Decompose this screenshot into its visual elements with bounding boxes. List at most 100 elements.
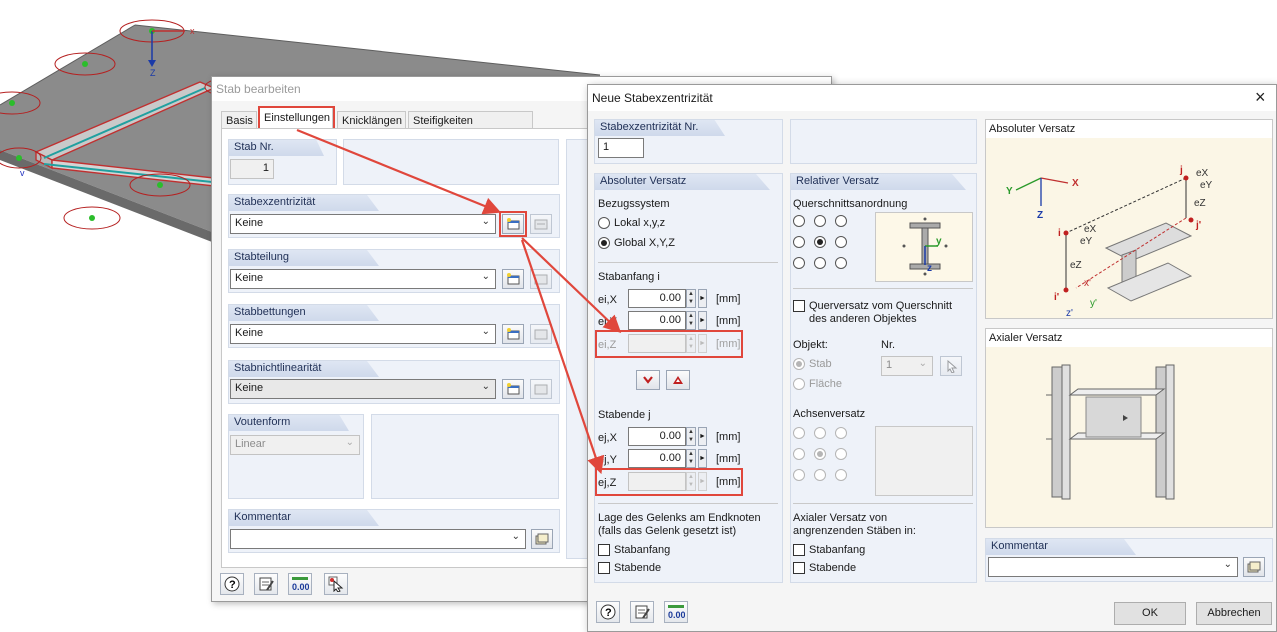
qs-radio-bc[interactable]	[814, 257, 826, 269]
ei-x-unit: [mm]	[716, 293, 741, 305]
edit-text-button[interactable]	[254, 573, 278, 595]
stabexzentrizitaet-select[interactable]: Keine ⌄	[230, 214, 496, 234]
qs-radio-mr[interactable]	[835, 236, 847, 248]
objekt-label: Objekt:	[793, 339, 828, 351]
new-item-icon	[507, 328, 520, 340]
i-section-icon: y z	[902, 217, 948, 276]
qs-radio-mc[interactable]	[814, 236, 826, 248]
ei-y-arrow-button[interactable]: ►	[698, 311, 707, 330]
ei-x-field[interactable]: 0.00	[628, 289, 686, 308]
querversatz-checkbox[interactable]	[793, 300, 805, 312]
new-stabteilung-button[interactable]	[502, 269, 524, 289]
units-button[interactable]: 0.00	[288, 573, 312, 595]
neu-kommentar-select[interactable]: ⌄	[988, 557, 1238, 577]
ei-x-spinner[interactable]: ▲ ▼	[686, 289, 696, 308]
axial-stabende-checkbox[interactable]	[793, 562, 805, 574]
qs-radio-tc[interactable]	[814, 215, 826, 227]
chevron-down-icon: ⌄	[1223, 559, 1232, 570]
objekt-nr-label: Nr.	[881, 339, 896, 351]
stabexzentrizitaet-label: Stabexzentrizität	[234, 196, 316, 208]
ej-x-field[interactable]: 0.00	[628, 427, 686, 446]
edit-stabnichtlinearitaet-button[interactable]	[530, 379, 552, 399]
absoluter-versatz-figure: Absoluter Versatz X Y Z j i i' j' eX eY …	[985, 119, 1273, 319]
axial-stabanfang-checkbox[interactable]	[793, 544, 805, 556]
lokal-label: Lokal x,y,z	[614, 217, 666, 229]
av-radio-mr	[835, 448, 847, 460]
querschnitt-preview: y z	[875, 212, 973, 282]
lokal-radio[interactable]	[598, 217, 610, 229]
ej-y-spinner[interactable]: ▲ ▼	[686, 449, 696, 468]
gelenk-stabanfang-checkbox[interactable]	[598, 544, 610, 556]
ej-x-arrow-button[interactable]: ►	[698, 427, 707, 446]
objekt-flaeche-radio	[793, 378, 805, 390]
stabteilung-value: Keine	[235, 272, 264, 284]
svg-text:0.00: 0.00	[668, 610, 685, 620]
stabende-label: Stabende j	[598, 409, 651, 421]
ej-x-spinner[interactable]: ▲ ▼	[686, 427, 696, 446]
stabanfang-label: Stabanfang i	[598, 271, 660, 283]
stabbettungen-label: Stabbettungen	[234, 306, 306, 318]
kommentar-select[interactable]: ⌄	[230, 529, 526, 549]
fig-ex-j: eX	[1196, 168, 1209, 179]
gelenk-stabende-checkbox[interactable]	[598, 562, 610, 574]
highlight-ei-z	[595, 330, 743, 358]
tab-knicklaengen[interactable]: Knicklängen	[337, 111, 406, 129]
new-stabbettung-button[interactable]	[502, 324, 524, 344]
triangle-up-icon	[673, 376, 683, 384]
stab-info-panel	[343, 139, 559, 185]
ok-button[interactable]: OK	[1114, 602, 1186, 625]
exz-nr-field[interactable]: 1	[598, 138, 644, 158]
neu-help-button[interactable]: ?	[596, 601, 620, 623]
achsenversatz-label: Achsenversatz	[793, 408, 866, 420]
neu-units-button[interactable]: 0.00	[664, 601, 688, 623]
voutenform-group: Voutenform	[228, 414, 364, 499]
global-radio[interactable]	[598, 237, 610, 249]
qs-radio-br[interactable]	[835, 257, 847, 269]
edit-item-icon	[534, 329, 548, 340]
fig-j-prime: j'	[1195, 220, 1201, 231]
edit-stabteilung-button[interactable]	[530, 269, 552, 289]
ei-x-arrow-button[interactable]: ►	[698, 289, 707, 308]
tab-steifigkeiten[interactable]: Steifigkeiten modifizieren	[408, 111, 533, 139]
edit-icon	[259, 577, 274, 591]
qs-axis-y: y	[936, 236, 942, 247]
abbrechen-button[interactable]: Abbrechen	[1196, 602, 1272, 625]
kommentar-library-button[interactable]	[531, 529, 553, 549]
close-icon[interactable]: ×	[1255, 87, 1266, 108]
help-button[interactable]: ?	[220, 573, 244, 595]
copy-down-button[interactable]	[636, 370, 660, 390]
stabteilung-label: Stabteilung	[234, 251, 290, 263]
qs-radio-tl[interactable]	[793, 215, 805, 227]
ej-y-arrow-button[interactable]: ►	[698, 449, 707, 468]
ei-y-spinner[interactable]: ▲ ▼	[686, 311, 696, 330]
qs-radio-tr[interactable]	[835, 215, 847, 227]
edit-stabbettung-button[interactable]	[530, 324, 552, 344]
edit-stabexzentrizitaet-button[interactable]	[530, 214, 552, 234]
qs-axis-z: z	[927, 263, 932, 274]
tab-basis[interactable]: Basis	[221, 111, 257, 129]
edit-item-icon	[534, 274, 548, 285]
ej-y-field[interactable]: 0.00	[628, 449, 686, 468]
chevron-down-icon: ⌄	[345, 437, 354, 448]
new-stabnichtlinearitaet-button[interactable]	[502, 379, 524, 399]
qs-radio-ml[interactable]	[793, 236, 805, 248]
ei-y-field[interactable]: 0.00	[628, 311, 686, 330]
av-radio-br	[835, 469, 847, 481]
neu-edit-text-button[interactable]	[630, 601, 654, 623]
neue-dialog-titlebar[interactable]: Neue Stabexzentrizität ×	[588, 85, 1276, 111]
copy-up-button[interactable]	[666, 370, 690, 390]
axialer-versatz-diagram	[1046, 364, 1175, 500]
fig-X: X	[1072, 178, 1079, 189]
select-pointer-button[interactable]	[324, 573, 348, 595]
stabnichtlinearitaet-select[interactable]: Keine ⌄	[230, 379, 496, 399]
stabbettungen-select[interactable]: Keine ⌄	[230, 324, 496, 344]
neu-kommentar-library-button[interactable]	[1243, 557, 1265, 577]
objekt-nr-value: 1	[886, 359, 893, 371]
qs-radio-bl[interactable]	[793, 257, 805, 269]
stabteilung-select[interactable]: Keine ⌄	[230, 269, 496, 289]
exz-nr-label: Stabexzentrizität Nr.	[600, 121, 699, 133]
chevron-down-icon: ⌄	[511, 531, 520, 542]
axialer-versatz-figure: Axialer Versatz	[985, 328, 1273, 528]
new-item-icon	[507, 383, 520, 395]
axial-stabanfang-label: Stabanfang	[809, 544, 866, 556]
